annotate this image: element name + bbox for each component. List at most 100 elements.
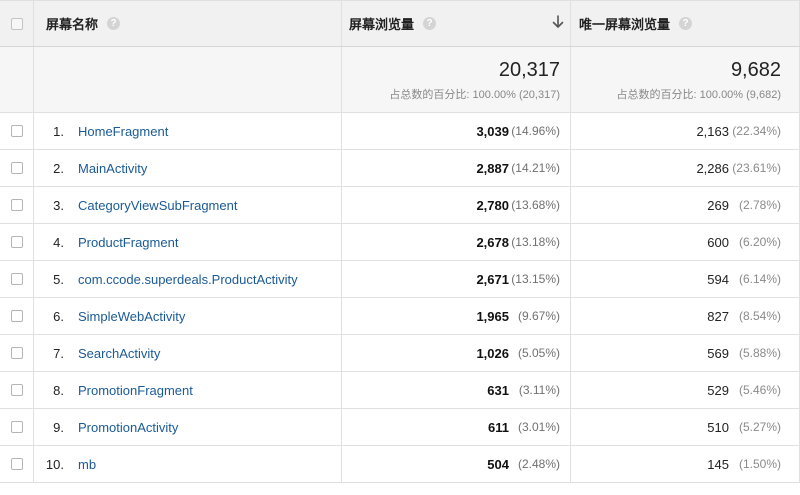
table-row: 6. SimpleWebActivity 1,965 (9.67%) 827 (… xyxy=(0,298,800,335)
pageviews-cell: 2,887 (14.21%) xyxy=(342,150,571,186)
unique-pageviews-cell: 510 (5.27%) xyxy=(571,409,800,445)
unique-pageviews-value: 510 xyxy=(707,419,729,435)
row-check-cell xyxy=(0,113,34,149)
sort-descending-arrow-icon[interactable] xyxy=(552,15,564,29)
screen-name-header[interactable]: 屏幕名称 ? xyxy=(34,1,342,46)
screen-name-link[interactable]: ProductFragment xyxy=(78,235,178,250)
pageviews-percent: (13.15%) xyxy=(511,272,560,286)
screen-name-link[interactable]: HomeFragment xyxy=(78,124,168,139)
totals-check-cell xyxy=(0,47,34,112)
pageviews-total-cell: 20,317 占总数的百分比: 100.00% (20,317) xyxy=(342,47,571,112)
select-all-cell xyxy=(0,1,34,46)
row-check-cell xyxy=(0,372,34,408)
row-index: 3. xyxy=(53,197,64,213)
pageviews-percent: (3.01%) xyxy=(517,420,560,434)
unique-pageviews-value: 600 xyxy=(707,234,729,250)
pageviews-percent: (2.48%) xyxy=(517,457,560,471)
table-row: 10. mb 504 (2.48%) 145 (1.50%) xyxy=(0,446,800,483)
row-checkbox[interactable] xyxy=(10,199,23,211)
pageviews-cell: 1,965 (9.67%) xyxy=(342,298,571,334)
row-check-cell xyxy=(0,150,34,186)
unique-pageviews-total-cell: 9,682 占总数的百分比: 100.00% (9,682) xyxy=(571,47,800,112)
unique-pageviews-percent: (5.46%) xyxy=(738,383,781,397)
row-index: 2. xyxy=(53,160,64,176)
row-checkbox[interactable] xyxy=(10,458,23,470)
pageviews-total-percent: 占总数的百分比: 100.00% (20,317) xyxy=(389,88,560,101)
unique-pageviews-percent: (2.78%) xyxy=(738,198,781,212)
pageviews-cell: 2,678 (13.18%) xyxy=(342,224,571,260)
screen-name-cell: 8. PromotionFragment xyxy=(34,372,342,408)
row-index: 1. xyxy=(53,123,64,139)
totals-row: 20,317 占总数的百分比: 100.00% (20,317) 9,682 占… xyxy=(0,47,800,113)
help-icon[interactable]: ? xyxy=(679,17,693,30)
unique-pageviews-cell: 827 (8.54%) xyxy=(571,298,800,334)
unique-pageviews-percent: (22.34%) xyxy=(732,124,781,138)
unique-pageviews-cell: 145 (1.50%) xyxy=(571,446,800,482)
screen-name-cell: 5. com.ccode.superdeals.ProductActivity xyxy=(34,261,342,297)
row-checkbox[interactable] xyxy=(10,236,23,248)
unique-pageviews-total: 9,682 xyxy=(730,58,781,81)
screen-name-cell: 3. CategoryViewSubFragment xyxy=(34,187,342,223)
row-check-cell xyxy=(0,261,34,297)
unique-pageviews-cell: 2,163 (22.34%) xyxy=(571,113,800,149)
pageviews-header[interactable]: 屏幕浏览量 ? xyxy=(342,1,571,46)
screen-name-link[interactable]: MainActivity xyxy=(78,161,147,176)
pageviews-value: 2,671 xyxy=(476,271,509,287)
help-icon[interactable]: ? xyxy=(423,17,437,30)
screen-name-link[interactable]: SimpleWebActivity xyxy=(78,309,185,324)
screen-name-cell: 1. HomeFragment xyxy=(34,113,342,149)
row-check-cell xyxy=(0,446,34,482)
table-row: 5. com.ccode.superdeals.ProductActivity … xyxy=(0,261,800,298)
pageviews-percent: (3.11%) xyxy=(518,383,560,397)
row-index: 6. xyxy=(53,308,64,324)
unique-pageviews-percent: (8.54%) xyxy=(738,309,781,323)
screen-name-cell: 9. PromotionActivity xyxy=(34,409,342,445)
screen-name-link[interactable]: mb xyxy=(78,457,96,472)
screen-name-link[interactable]: CategoryViewSubFragment xyxy=(78,198,237,213)
row-checkbox[interactable] xyxy=(10,273,23,285)
pageviews-value: 2,887 xyxy=(476,160,509,176)
screen-name-link[interactable]: PromotionActivity xyxy=(78,420,178,435)
pageviews-cell: 504 (2.48%) xyxy=(342,446,571,482)
pageviews-value: 3,039 xyxy=(476,123,509,139)
screen-name-link[interactable]: com.ccode.superdeals.ProductActivity xyxy=(78,272,298,287)
pageviews-header-label: 屏幕浏览量 xyxy=(349,17,415,32)
row-checkbox[interactable] xyxy=(10,310,23,322)
pageviews-value: 631 xyxy=(487,382,509,398)
pageviews-percent: (13.68%) xyxy=(511,198,560,212)
unique-pageviews-value: 569 xyxy=(707,345,729,361)
pageviews-cell: 631 (3.11%) xyxy=(342,372,571,408)
screen-name-cell: 2. MainActivity xyxy=(34,150,342,186)
pageviews-value: 1,026 xyxy=(476,345,509,361)
row-checkbox[interactable] xyxy=(10,125,23,137)
help-icon[interactable]: ? xyxy=(107,17,121,30)
screen-name-cell: 10. mb xyxy=(34,446,342,482)
row-check-cell xyxy=(0,298,34,334)
row-checkbox[interactable] xyxy=(10,384,23,396)
table-row: 2. MainActivity 2,887 (14.21%) 2,286 (23… xyxy=(0,150,800,187)
unique-pageviews-percent: (5.88%) xyxy=(738,346,781,360)
table-row: 9. PromotionActivity 611 (3.01%) 510 (5.… xyxy=(0,409,800,446)
unique-pageviews-header[interactable]: 唯一屏幕浏览量 ? xyxy=(571,1,800,46)
pageviews-value: 611 xyxy=(488,419,509,435)
pageviews-cell: 1,026 (5.05%) xyxy=(342,335,571,371)
unique-pageviews-cell: 269 (2.78%) xyxy=(571,187,800,223)
unique-pageviews-value: 529 xyxy=(707,382,729,398)
unique-pageviews-total-percent: 占总数的百分比: 100.00% (9,682) xyxy=(616,88,781,101)
row-check-cell xyxy=(0,409,34,445)
unique-pageviews-cell: 600 (6.20%) xyxy=(571,224,800,260)
screen-name-link[interactable]: PromotionFragment xyxy=(78,383,193,398)
row-index: 7. xyxy=(53,345,64,361)
row-index: 9. xyxy=(53,419,64,435)
unique-pageviews-percent: (6.14%) xyxy=(738,272,781,286)
row-checkbox[interactable] xyxy=(10,162,23,174)
row-checkbox[interactable] xyxy=(10,421,23,433)
unique-pageviews-value: 2,163 xyxy=(696,123,729,139)
select-all-checkbox[interactable] xyxy=(10,17,23,30)
unique-pageviews-value: 269 xyxy=(707,197,729,213)
screen-name-link[interactable]: SearchActivity xyxy=(78,346,160,361)
row-check-cell xyxy=(0,187,34,223)
row-checkbox[interactable] xyxy=(10,347,23,359)
unique-pageviews-value: 827 xyxy=(707,308,729,324)
unique-pageviews-cell: 594 (6.14%) xyxy=(571,261,800,297)
